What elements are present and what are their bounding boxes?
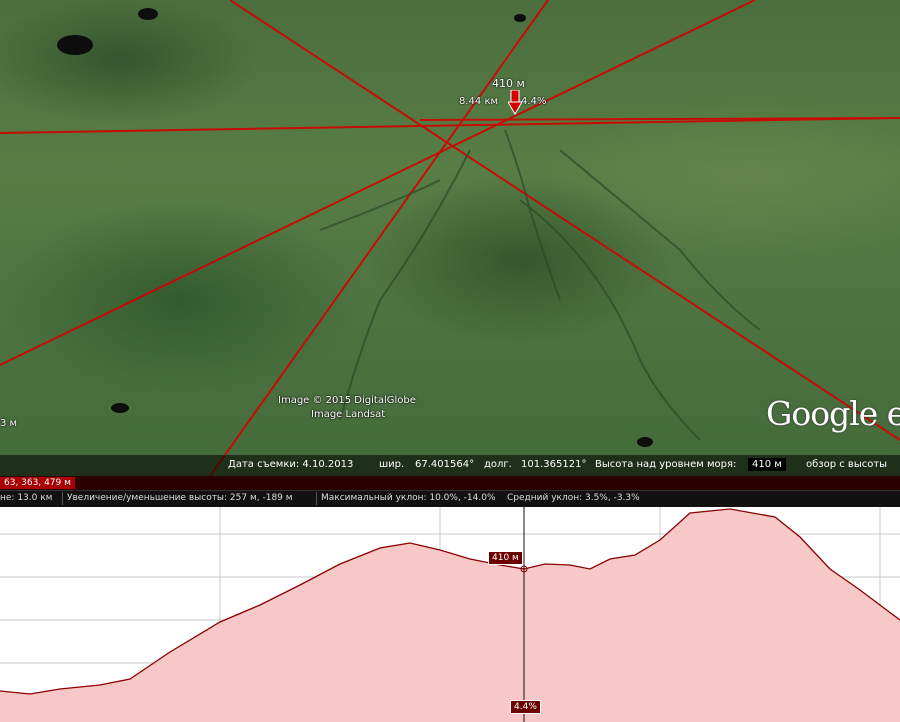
stats-separator xyxy=(62,492,63,505)
longitude-label: долг. xyxy=(484,459,512,470)
image-credit-line1: Image © 2015 DigitalGlobe xyxy=(278,395,416,406)
point-elevation-label: 410 м xyxy=(492,77,525,90)
longitude-value: 101.365121° xyxy=(521,459,587,470)
stat-distance: не: 13.0 км xyxy=(0,493,53,503)
elevation-profile-chart[interactable]: 410 м 4.4% xyxy=(0,507,900,722)
altitude-value: 410 м xyxy=(748,458,786,471)
image-credit-line2: Image Landsat xyxy=(311,409,386,420)
point-distance-label: 8.44 км xyxy=(459,96,499,107)
cursor-slope-tooltip: 4.4% xyxy=(510,700,541,714)
altitude-label: Высота над уровнем моря: xyxy=(595,459,737,470)
elevation-profile-area xyxy=(0,509,900,722)
left-edge-label: 3 м xyxy=(0,418,18,429)
path-lines-overlay xyxy=(0,0,900,476)
google-earth-logo: Google e xyxy=(766,394,900,433)
satellite-map-view[interactable]: 410 м 8.44 км 4.4% Image © 2015 DigitalG… xyxy=(0,0,900,476)
latitude-value: 67.401564° xyxy=(415,459,475,470)
profile-stats-bar: не: 13.0 км Увеличение/уменьшение высоты… xyxy=(0,490,900,508)
stat-avg-slope: Средний уклон: 3.5%, -3.3% xyxy=(507,493,640,503)
view-altitude-label: обзор с высоты xyxy=(806,459,888,470)
latitude-label: шир. xyxy=(379,459,405,470)
profile-range-tag: 63, 363, 479 м xyxy=(0,477,75,489)
stat-elevation-gain-loss: Увеличение/уменьшение высоты: 257 м, -18… xyxy=(67,493,293,503)
path-line xyxy=(0,0,756,366)
elevation-profile-svg xyxy=(0,507,900,722)
drainage-channels xyxy=(319,129,761,441)
lakes xyxy=(57,8,653,447)
path-line xyxy=(229,0,900,441)
capture-date: Дата съемки: 4.10.2013 xyxy=(228,459,354,470)
location-marker-icon[interactable] xyxy=(507,89,523,120)
cursor-elevation-tooltip: 410 м xyxy=(488,551,523,565)
point-slope-label: 4.4% xyxy=(521,96,547,107)
stat-max-slope: Максимальный уклон: 10.0%, -14.0% xyxy=(321,493,496,503)
map-status-bar: Дата съемки: 4.10.2013 шир. 67.401564° д… xyxy=(0,455,900,476)
stats-separator xyxy=(316,492,317,505)
profile-range-bar: 63, 363, 479 м xyxy=(0,476,900,490)
